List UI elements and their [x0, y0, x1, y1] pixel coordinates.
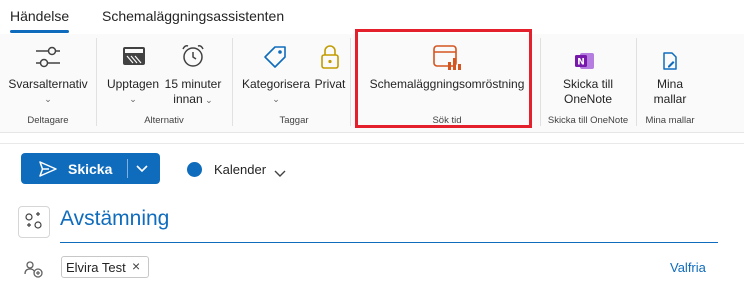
event-icon-button[interactable]: [18, 206, 50, 238]
optional-attendees-link[interactable]: Valfria: [670, 260, 706, 275]
ribbon-tabs: Händelse Schemaläggningsassistenten: [0, 0, 744, 33]
ribbon-separator: [232, 38, 233, 126]
group-my-templates: Mina mallar: [645, 115, 695, 126]
chevron-down-icon: ⌄: [44, 94, 52, 104]
response-options-label: Svarsalternativ: [8, 77, 88, 91]
templates-icon: [661, 51, 679, 76]
tab-event[interactable]: Händelse: [10, 8, 70, 33]
ribbon-separator: [540, 38, 541, 126]
my-templates-label-line1: Mina: [656, 77, 683, 91]
send-options-chevron-icon[interactable]: [135, 162, 149, 180]
ribbon-separator: [636, 38, 637, 126]
send-icon: [38, 159, 58, 184]
reminder-label-line1: 15 minuter: [164, 77, 222, 91]
reminder-label-line2: innan: [173, 92, 203, 106]
add-icon-icon: [25, 212, 42, 229]
alarm-clock-icon: [179, 42, 207, 75]
title-underline: [60, 242, 718, 243]
my-templates-button[interactable]: Mina mallar: [640, 77, 700, 107]
calendar-selector-label[interactable]: Kalender: [214, 162, 266, 177]
remove-attendee-icon[interactable]: ×: [132, 258, 140, 274]
attendee-chip[interactable]: Elvira Test ×: [61, 256, 149, 278]
svg-text:N: N: [577, 58, 585, 68]
categorize-button[interactable]: Kategorisera ⌄: [240, 77, 312, 107]
send-label: Skicka: [68, 161, 113, 177]
group-attendees: Deltagare: [27, 115, 69, 126]
reminder-button[interactable]: 15 minuter innan ⌄: [162, 77, 224, 108]
attendees-icon: [23, 259, 45, 284]
chevron-down-icon: ⌄: [202, 95, 213, 105]
send-onenote-label-line1: Skicka till: [562, 77, 613, 91]
highlight-box: [355, 29, 532, 128]
show-as-label: Upptagen: [106, 77, 160, 91]
calendar-color-dot: [187, 162, 202, 177]
ribbon-separator: [350, 38, 351, 126]
sliders-icon: [34, 44, 62, 75]
group-options: Alternativ: [144, 115, 184, 126]
tag-icon: [261, 43, 289, 76]
busy-status-icon: [121, 44, 147, 73]
send-onenote-label-line2: OneNote: [563, 92, 613, 106]
private-button[interactable]: Privat: [312, 77, 348, 92]
calendar-chevron-down-icon[interactable]: [273, 166, 287, 184]
send-divider: [127, 159, 128, 178]
categorize-label: Kategorisera: [241, 77, 311, 91]
my-templates-label-line2: mallar: [653, 92, 687, 106]
onenote-icon: N: [574, 51, 596, 76]
show-as-button[interactable]: Upptagen ⌄: [104, 77, 162, 107]
event-title-input[interactable]: Avstämning: [60, 207, 169, 231]
send-button[interactable]: Skicka: [21, 153, 160, 184]
lock-icon: [319, 43, 341, 76]
chevron-down-icon: ⌄: [272, 94, 280, 104]
group-tags: Taggar: [279, 115, 309, 126]
tab-scheduling-assistant[interactable]: Schemaläggningsassistenten: [102, 8, 284, 24]
group-send-to-onenote: Skicka till OneNote: [547, 115, 629, 126]
private-label: Privat: [314, 77, 346, 91]
chevron-down-icon: ⌄: [129, 94, 137, 104]
send-to-onenote-button[interactable]: Skicka till OneNote: [548, 77, 628, 107]
attendee-name: Elvira Test: [66, 260, 126, 275]
ribbon-separator: [96, 38, 97, 126]
response-options-button[interactable]: Svarsalternativ ⌄: [6, 77, 90, 107]
